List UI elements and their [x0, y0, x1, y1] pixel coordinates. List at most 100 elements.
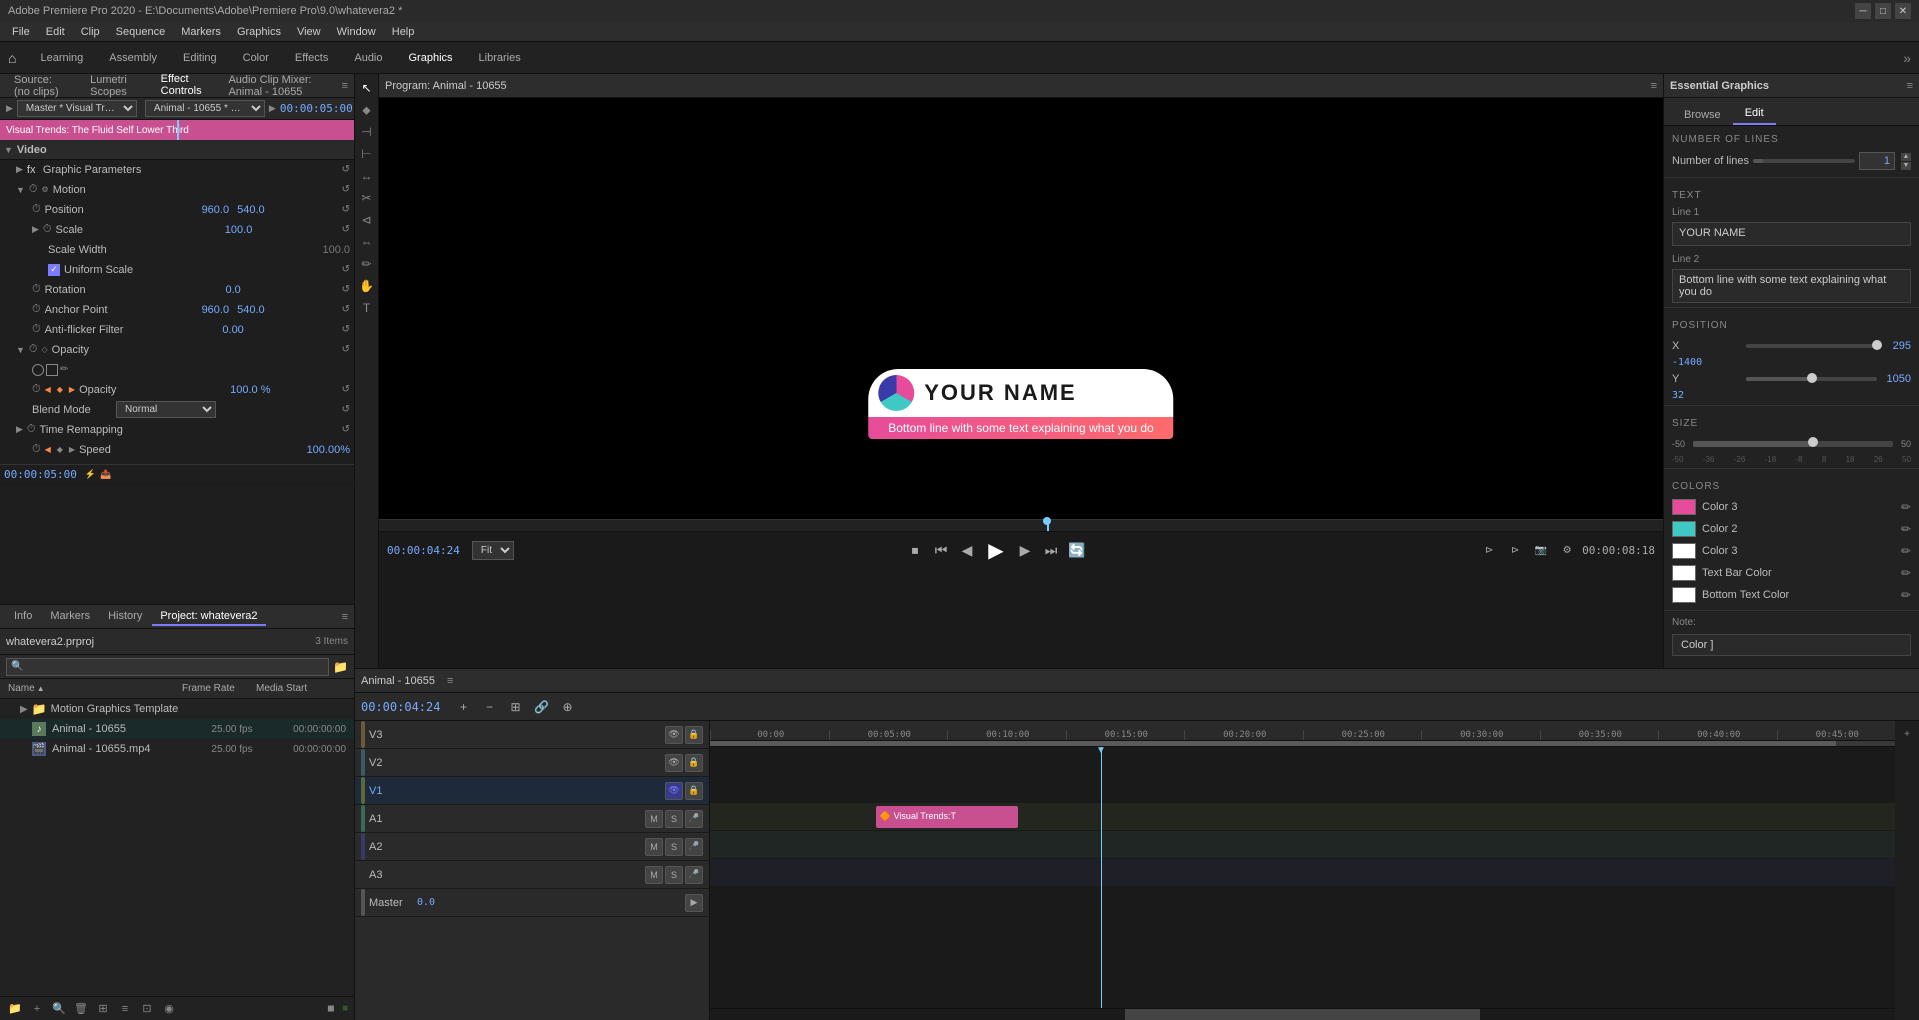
find-button[interactable]: 🔍 [50, 1000, 68, 1018]
clip-selector[interactable]: Animal - 10655 * Visual Trends: Th... [145, 100, 265, 117]
motion-reset[interactable]: ↺ [342, 184, 350, 195]
tab-history[interactable]: History [100, 608, 150, 626]
color2-swatch[interactable] [1672, 521, 1696, 537]
motion-stopwatch-icon[interactable]: ⏱ [29, 183, 38, 196]
pen-shape[interactable]: ✏ [60, 364, 72, 376]
project-item-audio[interactable]: ♪ Animal - 10655 25.00 fps 00:00:00:00 [0, 719, 354, 739]
position-row[interactable]: ⏱ Position 960.0 540.0 ↺ [0, 200, 354, 220]
menu-graphics[interactable]: Graphics [229, 22, 289, 42]
video-section-header[interactable]: ▼ Video [0, 140, 354, 160]
ripple-edit-tool[interactable]: ⊣ [357, 122, 377, 142]
clear-button[interactable]: 🗑 [72, 1000, 90, 1018]
color1-swatch[interactable] [1672, 499, 1696, 515]
tab-audio[interactable]: Audio [342, 48, 394, 68]
keyframe-left-icon[interactable]: ◀ [45, 385, 51, 394]
blend-mode-reset[interactable]: ↺ [342, 404, 350, 415]
stepper-down[interactable]: ▼ [1901, 162, 1911, 170]
ec-content[interactable]: Visual Trends: The Fluid Self Lower Thir… [0, 120, 354, 604]
keyframe-right-icon[interactable]: ▶ [69, 385, 75, 394]
track-select-tool[interactable]: ⬥ [357, 100, 377, 120]
anti-flicker-value[interactable]: 0.00 [222, 324, 243, 336]
uniform-scale-checkbox[interactable]: ✓ [48, 264, 60, 276]
a2-m-btn[interactable]: M [645, 838, 663, 856]
blend-mode-select[interactable]: Normal Dissolve Multiply Screen Overlay [116, 401, 216, 418]
opacity-section-row[interactable]: ▼ ⏱ ◇ Opacity ↺ [0, 340, 354, 360]
opacity-stopwatch-icon[interactable]: ⏱ [29, 343, 38, 356]
anchor-point-row[interactable]: ⏱ Anchor Point 960.0 540.0 ↺ [0, 300, 354, 320]
tab-browse[interactable]: Browse [1672, 105, 1733, 125]
freeform-view-button[interactable]: ⊡ [138, 1000, 156, 1018]
color2-eyedropper[interactable]: ✏ [1901, 522, 1911, 536]
eg-menu-icon[interactable]: ≡ [1907, 80, 1913, 92]
position-x-slider[interactable] [1746, 344, 1877, 348]
anchor-reset[interactable]: ↺ [342, 304, 350, 315]
tl-v3-track[interactable] [710, 747, 1895, 775]
razor-tool[interactable]: ✂ [357, 188, 377, 208]
opacity-anim-icon[interactable]: ◇ [42, 345, 48, 354]
tab-learning[interactable]: Learning [28, 48, 95, 68]
position-y-slider[interactable] [1746, 377, 1877, 381]
a3-s-btn[interactable]: S [665, 866, 683, 884]
tab-audio-clip-mixer[interactable]: Audio Clip Mixer: Animal - 10655 [220, 74, 333, 100]
current-timecode[interactable]: 00:00:04:24 [387, 544, 460, 557]
menu-window[interactable]: Window [329, 22, 384, 42]
menu-view[interactable]: View [289, 22, 329, 42]
master-expand-btn[interactable]: ▶ [685, 894, 703, 912]
timeline-time[interactable]: 00:00:04:24 [361, 700, 440, 714]
size-slider[interactable] [1693, 441, 1893, 447]
menu-markers[interactable]: Markers [173, 22, 229, 42]
more-workspaces-icon[interactable]: » [1903, 50, 1911, 66]
menu-edit[interactable]: Edit [38, 22, 73, 42]
time-remap-stopwatch-icon[interactable]: ⏱ [27, 423, 36, 436]
scale-reset[interactable]: ↺ [342, 224, 350, 235]
tab-graphics[interactable]: Graphics [397, 48, 465, 68]
square-shape[interactable] [46, 364, 58, 376]
home-icon[interactable]: ⌂ [8, 50, 16, 66]
color-bracket-row[interactable]: Color ] [1672, 634, 1911, 656]
slip-tool[interactable]: ⊲ [357, 210, 377, 230]
tl-v1-track[interactable]: 🔶 Visual Trends:T [710, 803, 1895, 831]
rotation-value[interactable]: 0.0 [225, 284, 240, 296]
step-back-button[interactable]: ⏮ [930, 540, 952, 562]
time-remap-row[interactable]: ▶ ⏱ Time Remapping ↺ [0, 420, 354, 440]
graphic-params-row[interactable]: ▶ fx Graphic Parameters ↺ [0, 160, 354, 180]
window-controls[interactable]: ─ □ ✕ [1855, 3, 1911, 19]
stop-button[interactable]: ⏹ [904, 540, 926, 562]
uniform-scale-row[interactable]: ✓ Uniform Scale ↺ [0, 260, 354, 280]
opacity-reset[interactable]: ↺ [342, 384, 350, 395]
tl-a3-track[interactable] [710, 887, 1895, 915]
blend-mode-row[interactable]: Blend Mode Normal Dissolve Multiply Scre… [0, 400, 354, 420]
scale-width-value[interactable]: 100.0 [322, 244, 350, 256]
rotation-reset[interactable]: ↺ [342, 284, 350, 295]
opacity-section-reset[interactable]: ↺ [342, 344, 350, 355]
time-remap-reset[interactable]: ↺ [342, 424, 350, 435]
a1-m-btn[interactable]: M [645, 810, 663, 828]
motion-anim-icon[interactable]: ⚙ [42, 185, 49, 194]
v3-lock-btn[interactable]: 🔒 [685, 726, 703, 744]
position-y-right[interactable]: 1050 [1881, 373, 1911, 385]
export-icon[interactable]: 📤 [100, 469, 111, 480]
pen-tool[interactable]: ✏ [357, 254, 377, 274]
clip-dropdown[interactable]: Animal - 10655 * Visual Trends: Th... [145, 100, 265, 117]
icon-view-button[interactable]: ⊞ [94, 1000, 112, 1018]
v1-eye-btn[interactable]: 👁 [665, 782, 683, 800]
menu-file[interactable]: File [4, 22, 38, 42]
master-selector[interactable]: ▶ Master * Visual Trends: The Fluid Self… [6, 100, 137, 117]
tl-add-track-btn[interactable]: + [452, 696, 474, 718]
speed-stopwatch-icon[interactable]: ⏱ [32, 443, 41, 456]
project-item-folder[interactable]: ▶ 📁 Motion Graphics Template [0, 699, 354, 719]
restore-button[interactable]: □ [1875, 3, 1891, 19]
anchor-y[interactable]: 540.0 [237, 304, 265, 316]
play-button[interactable]: ▶ [982, 537, 1010, 565]
bottom-text-color-swatch[interactable] [1672, 587, 1696, 603]
tab-libraries[interactable]: Libraries [467, 48, 533, 68]
tab-edit[interactable]: Edit [1733, 103, 1776, 125]
position-x[interactable]: 960.0 [202, 204, 230, 216]
color3-swatch[interactable] [1672, 543, 1696, 559]
tl-magnet-btn[interactable]: ⊕ [556, 696, 578, 718]
project-panel-menu-icon[interactable]: ≡ [342, 611, 348, 623]
tab-project[interactable]: Project: whatevera2 [152, 608, 265, 626]
num-lines-value[interactable] [1859, 152, 1895, 170]
rate-stretch-tool[interactable]: ↔ [357, 166, 377, 186]
hand-tool[interactable]: ✋ [357, 276, 377, 296]
